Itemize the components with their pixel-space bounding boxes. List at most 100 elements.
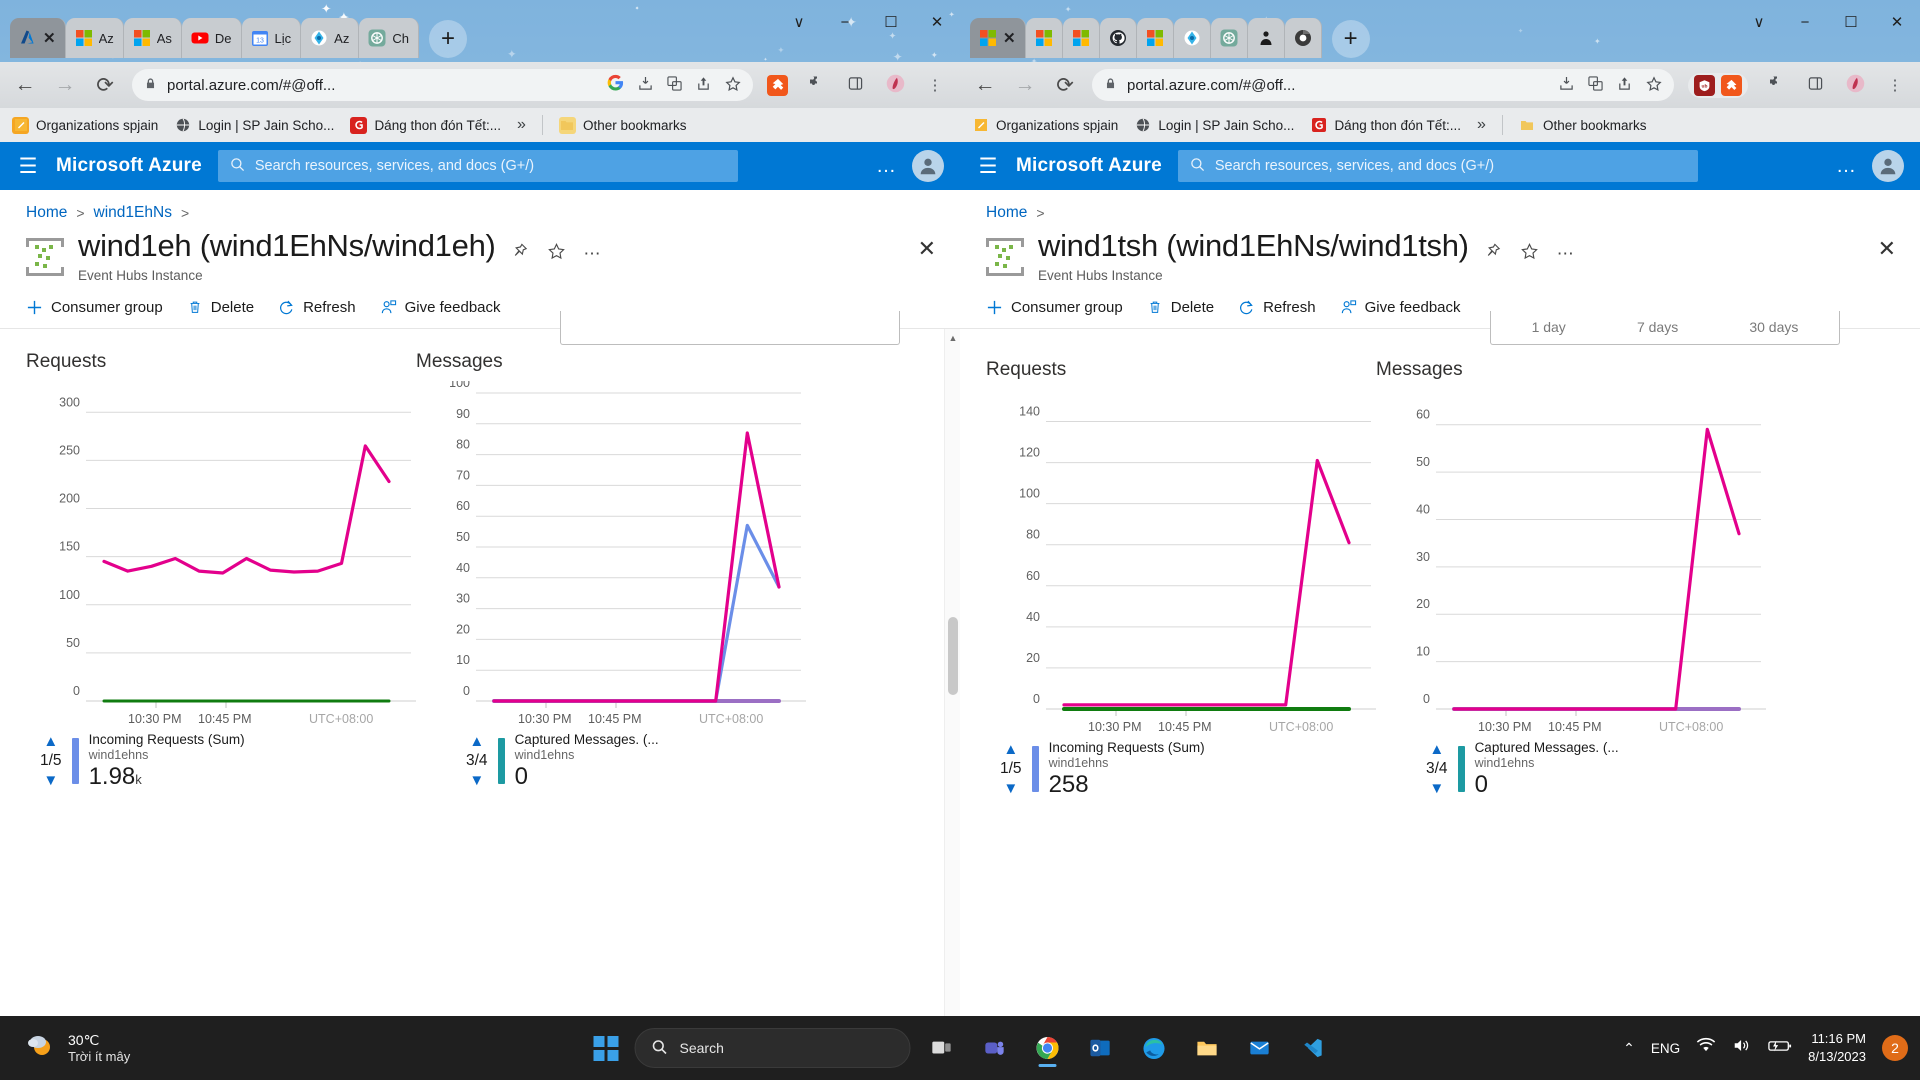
kite-icon[interactable] bbox=[1721, 74, 1742, 96]
new-tab-button[interactable]: + bbox=[1331, 20, 1370, 58]
bookmarks-overflow-button[interactable]: » bbox=[517, 116, 526, 134]
tab-buddha-7[interactable] bbox=[1247, 18, 1285, 58]
browser-toolbar-left[interactable]: ← → ⟳ portal.azure.com/#@off... ⋮ bbox=[0, 62, 960, 108]
hamburger-menu-icon[interactable]: ☰ bbox=[976, 154, 1000, 179]
minimize-button[interactable]: − bbox=[822, 0, 868, 44]
tab-search-button[interactable]: ∨ bbox=[776, 0, 822, 44]
top-bar-more-icon[interactable]: … bbox=[876, 155, 898, 178]
tab-close-icon[interactable]: ✕ bbox=[1003, 29, 1016, 47]
install-icon[interactable] bbox=[1559, 76, 1574, 94]
close-window-button[interactable]: ✕ bbox=[1874, 0, 1920, 44]
chevron-up-icon[interactable]: ▲ bbox=[469, 734, 484, 749]
page-header-actions-left[interactable]: ⋯ bbox=[510, 242, 601, 266]
language-indicator[interactable]: ENG bbox=[1651, 1041, 1680, 1056]
extensions-group-right[interactable]: ub bbox=[1688, 72, 1748, 98]
legend-messages-left[interactable]: ▲ 3/4 ▼ Captured Messages. (... wind1ehn… bbox=[466, 732, 796, 791]
profile-icon[interactable] bbox=[1842, 74, 1868, 97]
puzzle-icon[interactable] bbox=[1762, 75, 1788, 95]
taskbar-weather-widget[interactable]: 30℃ Trời ít mây bbox=[24, 1031, 130, 1066]
azure-top-bar-left[interactable]: ☰ Microsoft Azure Search resources, serv… bbox=[0, 142, 960, 190]
taskbar[interactable]: 30℃ Trời ít mây Search ⌃ ENG 11:16 PM 8/… bbox=[0, 1016, 1920, 1080]
side-panel-icon[interactable] bbox=[842, 76, 868, 95]
battery-charging-icon[interactable] bbox=[1768, 1039, 1792, 1058]
tab-microsoft-active[interactable]: ✕ bbox=[970, 18, 1026, 58]
tab-github-3[interactable] bbox=[1099, 18, 1137, 58]
taskbar-clock[interactable]: 11:16 PM 8/13/2023 bbox=[1808, 1030, 1866, 1065]
page-header-actions-right[interactable]: ⋯ bbox=[1483, 242, 1574, 266]
favorite-icon[interactable] bbox=[547, 242, 566, 266]
other-bookmarks-folder[interactable]: Other bookmarks bbox=[1519, 117, 1646, 134]
breadcrumb-right[interactable]: Home > bbox=[960, 190, 1920, 222]
favorite-icon[interactable] bbox=[1520, 242, 1539, 266]
bookmark-login[interactable]: Login | SP Jain Scho... bbox=[1134, 117, 1294, 134]
outlook-icon[interactable] bbox=[1079, 1026, 1123, 1070]
new-tab-button[interactable]: + bbox=[428, 20, 467, 58]
other-bookmarks-folder[interactable]: Other bookmarks bbox=[558, 116, 686, 134]
tray-overflow-button[interactable]: ⌃ bbox=[1623, 1040, 1635, 1057]
minimize-button[interactable]: − bbox=[1782, 0, 1828, 44]
time-range-selector-right[interactable]: 1 day 7 days 30 days bbox=[1490, 310, 1840, 345]
pin-icon[interactable] bbox=[1483, 242, 1502, 266]
time-range-option-30days[interactable]: 30 days bbox=[1749, 319, 1798, 335]
side-panel-icon[interactable] bbox=[1802, 76, 1828, 95]
chart-requests-right[interactable]: Requests 0 20 40 60 80 100 120 140 10:30 PM 10:… bbox=[986, 341, 1376, 744]
volume-icon[interactable] bbox=[1732, 1037, 1752, 1059]
tabstrip-right[interactable]: ✕ + bbox=[970, 14, 1370, 58]
bookmarks-bar-left[interactable]: Organizations spjain Login | SP Jain Sch… bbox=[0, 108, 960, 142]
time-range-option-7days[interactable]: 7 days bbox=[1637, 319, 1678, 335]
top-bar-more-icon[interactable]: … bbox=[1836, 155, 1858, 178]
translate-icon[interactable] bbox=[667, 76, 682, 94]
chevron-up-icon[interactable]: ▲ bbox=[1003, 742, 1018, 757]
bookmark-star-icon[interactable] bbox=[725, 75, 741, 95]
back-button[interactable]: ← bbox=[12, 73, 38, 97]
reload-button[interactable]: ⟳ bbox=[92, 73, 118, 98]
maximize-button[interactable]: ☐ bbox=[868, 0, 914, 44]
breadcrumb-home[interactable]: Home bbox=[986, 204, 1027, 222]
avatar[interactable] bbox=[912, 150, 944, 182]
tab-azuredata-5[interactable]: Az bbox=[301, 18, 360, 58]
legend-requests-left[interactable]: ▲ 1/5 ▼ Incoming Requests (Sum) wind1ehn… bbox=[40, 732, 370, 791]
bookmarks-bar-right[interactable]: Organizations spjain Login | SP Jain Sch… bbox=[960, 108, 1920, 142]
chart-messages-right[interactable]: Messages 0 10 20 30 40 50 60 10:30 PM 10:45 PM bbox=[1376, 341, 1766, 744]
teams-icon[interactable] bbox=[973, 1026, 1017, 1070]
tab-openai-6[interactable] bbox=[1210, 18, 1248, 58]
puzzle-icon[interactable] bbox=[802, 75, 828, 95]
chart-requests-left[interactable]: Requests 0 50 100 150 200 250 300 10:30 PM 10:… bbox=[26, 341, 416, 736]
refresh-button[interactable]: Refresh bbox=[278, 299, 356, 316]
chrome-icon[interactable] bbox=[1026, 1026, 1070, 1070]
breadcrumb-home[interactable]: Home bbox=[26, 204, 67, 222]
browser-window-left[interactable]: ✕ Az As De 13 Lịc Az Ch + ∨ − ☐ ✕ ← → ⟳ … bbox=[0, 0, 960, 1016]
address-bar-left[interactable]: portal.azure.com/#@off... bbox=[132, 69, 753, 101]
ublock-icon[interactable]: ub bbox=[1694, 74, 1715, 96]
maximize-button[interactable]: ☐ bbox=[1828, 0, 1874, 44]
notification-badge[interactable]: 2 bbox=[1882, 1035, 1908, 1061]
bookmark-organizations[interactable]: Organizations spjain bbox=[12, 116, 158, 134]
window-controls-left[interactable]: ∨ − ☐ ✕ bbox=[776, 0, 960, 44]
legend-pager[interactable]: ▲ 1/5 ▼ bbox=[40, 734, 62, 788]
wifi-icon[interactable] bbox=[1696, 1037, 1716, 1059]
explorer-icon[interactable] bbox=[1185, 1026, 1229, 1070]
chevron-down-icon[interactable]: ▼ bbox=[43, 773, 58, 788]
share-icon[interactable] bbox=[1617, 76, 1632, 94]
start-button[interactable] bbox=[586, 1028, 626, 1068]
tab-azuredata-5[interactable] bbox=[1173, 18, 1211, 58]
breadcrumb-left[interactable]: Home > wind1EhNs > bbox=[0, 190, 960, 222]
chart-messages-left[interactable]: Messages 0 10 20 30 40 50 60 70 80 90 100 10:30 PM bbox=[416, 341, 806, 736]
close-blade-button[interactable]: ✕ bbox=[1878, 236, 1896, 262]
tabstrip-left[interactable]: ✕ Az As De 13 Lịc Az Ch + bbox=[10, 14, 467, 58]
taskbar-center[interactable]: Search bbox=[586, 1026, 1335, 1070]
tab-ms-2[interactable] bbox=[1062, 18, 1100, 58]
tab-calendar-4[interactable]: 13 Lịc bbox=[241, 18, 302, 58]
azure-top-right-right[interactable]: … bbox=[1836, 150, 1904, 182]
edge-icon[interactable] bbox=[1132, 1026, 1176, 1070]
bookmark-star-icon[interactable] bbox=[1646, 75, 1662, 95]
legend-requests-right[interactable]: ▲ 1/5 ▼ Incoming Requests (Sum) wind1ehn… bbox=[1000, 740, 1330, 799]
consumer-group-button[interactable]: Consumer group bbox=[986, 299, 1123, 316]
system-tray[interactable]: ⌃ ENG 11:16 PM 8/13/2023 2 bbox=[1623, 1030, 1908, 1065]
chevron-down-icon[interactable]: ▼ bbox=[469, 773, 484, 788]
bookmarks-overflow-button[interactable]: » bbox=[1477, 116, 1486, 134]
browser-menu-button[interactable]: ⋮ bbox=[922, 76, 948, 94]
tab-ms-1[interactable] bbox=[1025, 18, 1063, 58]
window-controls-right[interactable]: ∨ − ☐ ✕ bbox=[1736, 0, 1920, 44]
time-range-option-1day[interactable]: 1 day bbox=[1532, 319, 1566, 335]
